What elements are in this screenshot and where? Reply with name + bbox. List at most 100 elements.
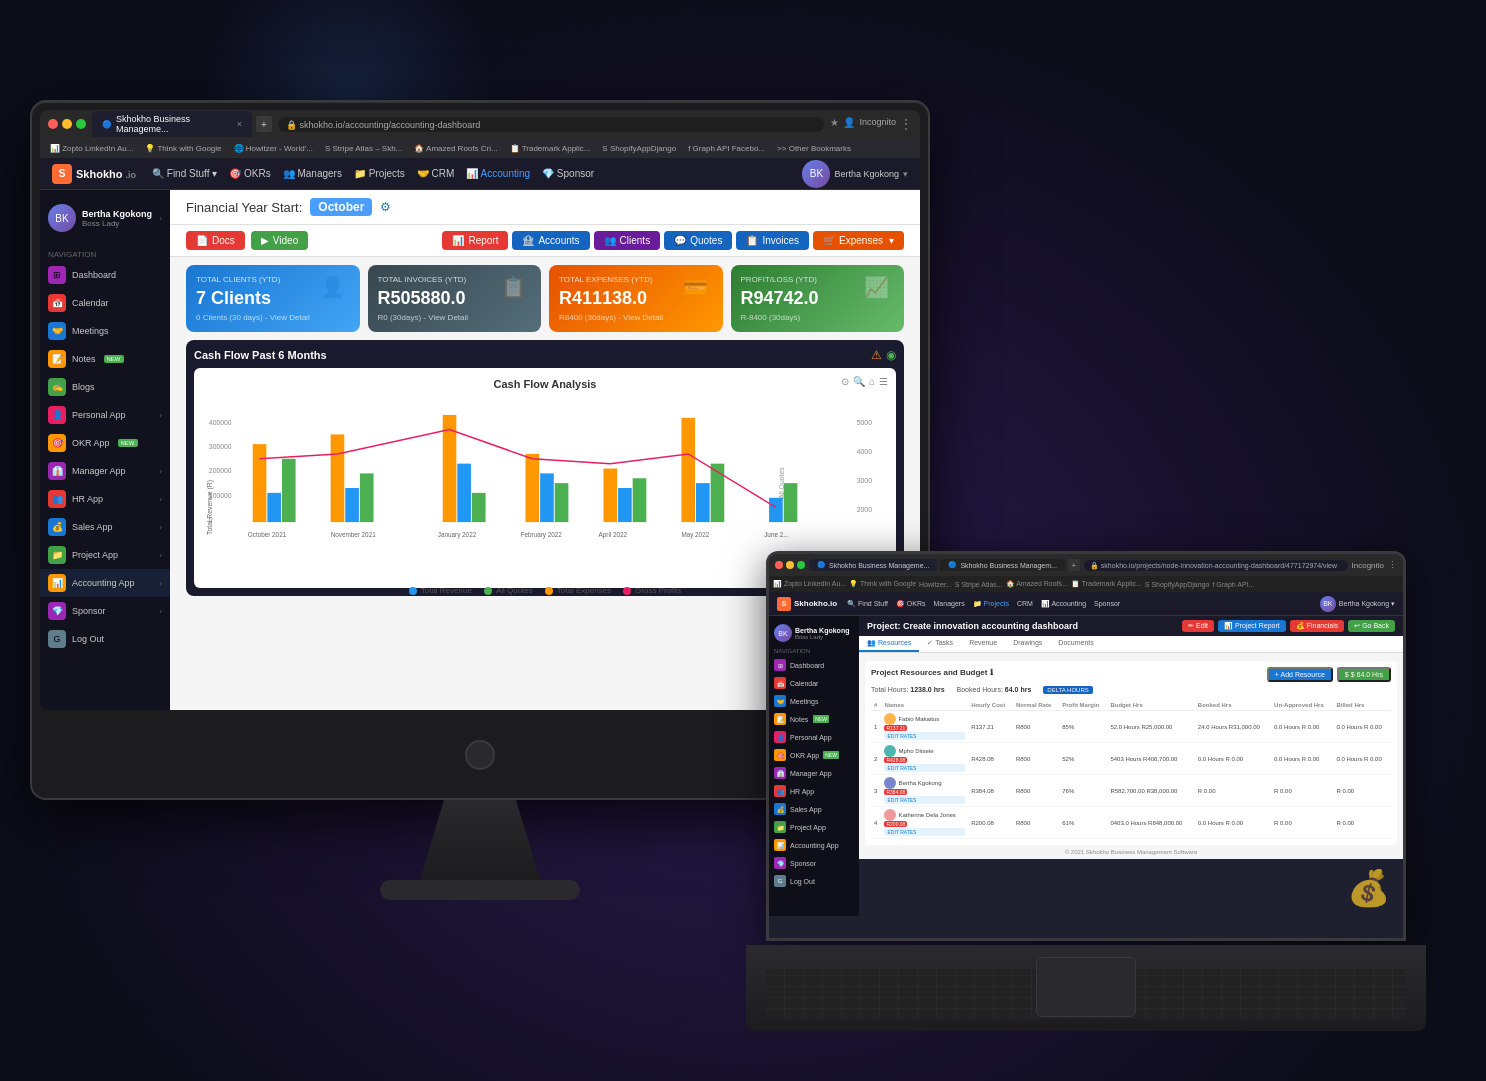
sidebar-item-blogs[interactable]: ✍ Blogs [40, 373, 170, 401]
project-tab-revenue[interactable]: Revenue [961, 636, 1005, 652]
chart-zoom-out[interactable]: 🔍 [853, 376, 865, 387]
sidebar-item-personal[interactable]: 👤 Personal App › [40, 401, 170, 429]
laptop-new-tab[interactable]: + [1068, 559, 1080, 571]
nav-managers[interactable]: 👥 Managers [283, 168, 342, 179]
sidebar-item-calendar[interactable]: 📅 Calendar [40, 289, 170, 317]
edit-rates-btn-1[interactable]: EDIT RATES [884, 732, 965, 740]
card-clients-sub[interactable]: 0 Clients (30 days) - View Detail [196, 313, 350, 322]
sidebar-item-project[interactable]: 📁 Project App › [40, 541, 170, 569]
laptop-nav-find[interactable]: 🔍 Find Stuff [847, 600, 888, 608]
sidebar-item-sponsor[interactable]: 💎 Sponsor › [40, 597, 170, 625]
edit-rates-btn-4[interactable]: EDIT RATES [884, 828, 965, 836]
laptop-close-dot[interactable] [775, 561, 783, 569]
project-report-btn[interactable]: 📊 Project Report [1218, 620, 1286, 632]
accounts-button[interactable]: 🏦 Accounts [512, 231, 589, 250]
laptop-sidebar-calendar[interactable]: 📅 Calendar [769, 674, 859, 692]
laptop-nav-accounting[interactable]: 📊 Accounting [1041, 600, 1086, 608]
project-tab-documents[interactable]: Documents [1050, 636, 1101, 652]
laptop-sidebar-accounting[interactable]: 📊 Accounting App [769, 836, 859, 854]
lbk-google[interactable]: 💡 Think with Google [849, 580, 916, 588]
bookmark-stripe[interactable]: S Stripe Atlas – Skh... [321, 143, 406, 154]
project-edit-btn[interactable]: ✏ Edit [1182, 620, 1214, 632]
laptop-address-bar[interactable]: 🔒 skhokho.io/projects/node-innovation-ac… [1084, 560, 1348, 571]
sidebar-item-okr[interactable]: 🎯 OKR App NEW [40, 429, 170, 457]
lbk-howitzer[interactable]: Howitzer... [919, 581, 952, 588]
clients-button[interactable]: 👥 Clients [594, 231, 661, 250]
docs-button[interactable]: 📄 Docs [186, 231, 245, 250]
laptop-user-menu[interactable]: BK Bertha Kgokong ▾ [1320, 596, 1395, 612]
card-profit-sub[interactable]: R-8400 (30days) [741, 313, 895, 322]
nav-find-stuff[interactable]: 🔍 Find Stuff ▾ [152, 168, 217, 179]
laptop-sidebar-personal[interactable]: 👤 Personal App [769, 728, 859, 746]
laptop-sidebar-dashboard[interactable]: ⊞ Dashboard [769, 656, 859, 674]
laptop-sidebar-sales[interactable]: 💰 Sales App [769, 800, 859, 818]
add-resource-button[interactable]: + Add Resource [1267, 667, 1333, 682]
sidebar-item-logout[interactable]: G Log Out [40, 625, 170, 653]
bookmark-other[interactable]: >> Other Bookmarks [773, 143, 855, 154]
cashflow-warning-icon[interactable]: ⚠ [871, 348, 882, 362]
lbk-stripe[interactable]: S Stripe Atlas... [955, 581, 1003, 588]
nav-crm[interactable]: 🤝 CRM [417, 168, 455, 179]
laptop-minimize-dot[interactable] [786, 561, 794, 569]
video-button[interactable]: ▶ Video [251, 231, 308, 250]
sidebar-item-dashboard[interactable]: ⊞ Dashboard [40, 261, 170, 289]
bookmark-zopto[interactable]: 📊 Zopto LinkedIn Au... [46, 143, 137, 154]
fy-month-badge[interactable]: October [310, 198, 372, 216]
sidebar-item-notes[interactable]: 📝 Notes NEW [40, 345, 170, 373]
card-expenses-sub[interactable]: R8400 (30days) - View Detail [559, 313, 713, 322]
minimize-dot[interactable] [62, 119, 72, 129]
chart-menu[interactable]: ☰ [879, 376, 888, 387]
laptop-tab-1[interactable]: 🔵 Skhokho Business Manageme... [809, 559, 937, 571]
laptop-sidebar-meetings[interactable]: 🤝 Meetings [769, 692, 859, 710]
budget-button[interactable]: $ $ 64.0 Hrs [1337, 667, 1391, 682]
more-options-icon[interactable]: ⋮ [900, 117, 912, 131]
bookmark-amazed[interactable]: 🏠 Amazed Roofs Cri... [410, 143, 501, 154]
sidebar-item-manager[interactable]: 👔 Manager App › [40, 457, 170, 485]
lbk-trademark[interactable]: 📋 Trademark Applic... [1071, 580, 1142, 588]
sidebar-item-accounting[interactable]: 📊 Accounting App › [40, 569, 170, 597]
laptop-nav-managers[interactable]: Managers [934, 600, 965, 608]
close-dot[interactable] [48, 119, 58, 129]
settings-icon[interactable]: ⚙ [380, 200, 391, 214]
new-tab-button[interactable]: + [256, 116, 272, 132]
address-bar[interactable]: 🔒 skhokho.io/accounting/accounting-dashb… [278, 117, 824, 132]
project-tab-drawings[interactable]: Drawings [1005, 636, 1050, 652]
bookmark-trademark[interactable]: 📋 Trademark Applic... [506, 143, 595, 154]
lbk-zopto[interactable]: 📊 Zopto LinkedIn Au... [773, 580, 846, 588]
cashflow-chart-icon[interactable]: ◉ [886, 348, 896, 362]
project-tab-resources[interactable]: 👥 Resources [859, 636, 919, 652]
laptop-more-icon[interactable]: ⋮ [1388, 560, 1397, 570]
lbk-amazed[interactable]: 🏠 Amazed Roofs... [1006, 580, 1068, 588]
report-button[interactable]: 📊 Report [442, 231, 508, 250]
project-goback-btn[interactable]: ↩ Go Back [1348, 620, 1395, 632]
nav-sponsor[interactable]: 💎 Sponsor [542, 168, 594, 179]
chart-zoom-reset[interactable]: ⊙ [841, 376, 849, 387]
nav-okrs[interactable]: 🎯 OKRs [229, 168, 270, 179]
invoices-button[interactable]: 📋 Invoices [736, 231, 809, 250]
user-menu[interactable]: BK Bertha Kgokong ▾ [802, 160, 908, 188]
sidebar-item-hr[interactable]: 👥 HR App › [40, 485, 170, 513]
project-tab-tasks[interactable]: ✓ Tasks [919, 636, 961, 652]
quotes-button[interactable]: 💬 Quotes [664, 231, 732, 250]
expenses-button[interactable]: 🛒 Expenses ▾ [813, 231, 904, 250]
edit-rates-btn-3[interactable]: EDIT RATES [884, 796, 965, 804]
nav-projects[interactable]: 📁 Projects [354, 168, 405, 179]
bookmark-howitzer[interactable]: 🌐 Howitzer - World'... [230, 143, 317, 154]
laptop-sidebar-notes[interactable]: 📝 Notes NEW [769, 710, 859, 728]
chart-home[interactable]: ⌂ [869, 376, 875, 387]
active-tab[interactable]: 🔵 Skhokho Business Manageme... × [92, 111, 252, 137]
laptop-nav-sponsor[interactable]: Sponsor [1094, 600, 1120, 608]
bookmark-graph[interactable]: f Graph API Facebo... [684, 143, 769, 154]
bookmark-google[interactable]: 💡 Think with Google [141, 143, 225, 154]
nav-accounting[interactable]: 📊 Accounting [466, 168, 530, 179]
laptop-sidebar-project[interactable]: 📁 Project App [769, 818, 859, 836]
laptop-maximize-dot[interactable] [797, 561, 805, 569]
lbk-shopify[interactable]: S ShopifyAppDjango [1145, 581, 1210, 588]
card-invoices-sub[interactable]: R0 (30days) - View Detail [378, 313, 532, 322]
laptop-nav-okrs[interactable]: 🎯 OKRs [896, 600, 926, 608]
project-financials-btn[interactable]: 💰 Financials [1290, 620, 1344, 632]
lbk-graph[interactable]: f Graph API... [1212, 581, 1254, 588]
laptop-sidebar-manager[interactable]: 👔 Manager App [769, 764, 859, 782]
laptop-sidebar-hr[interactable]: 👥 HR App [769, 782, 859, 800]
laptop-tab-2[interactable]: 🔵 Skhokho Business Managem... [940, 559, 1065, 571]
